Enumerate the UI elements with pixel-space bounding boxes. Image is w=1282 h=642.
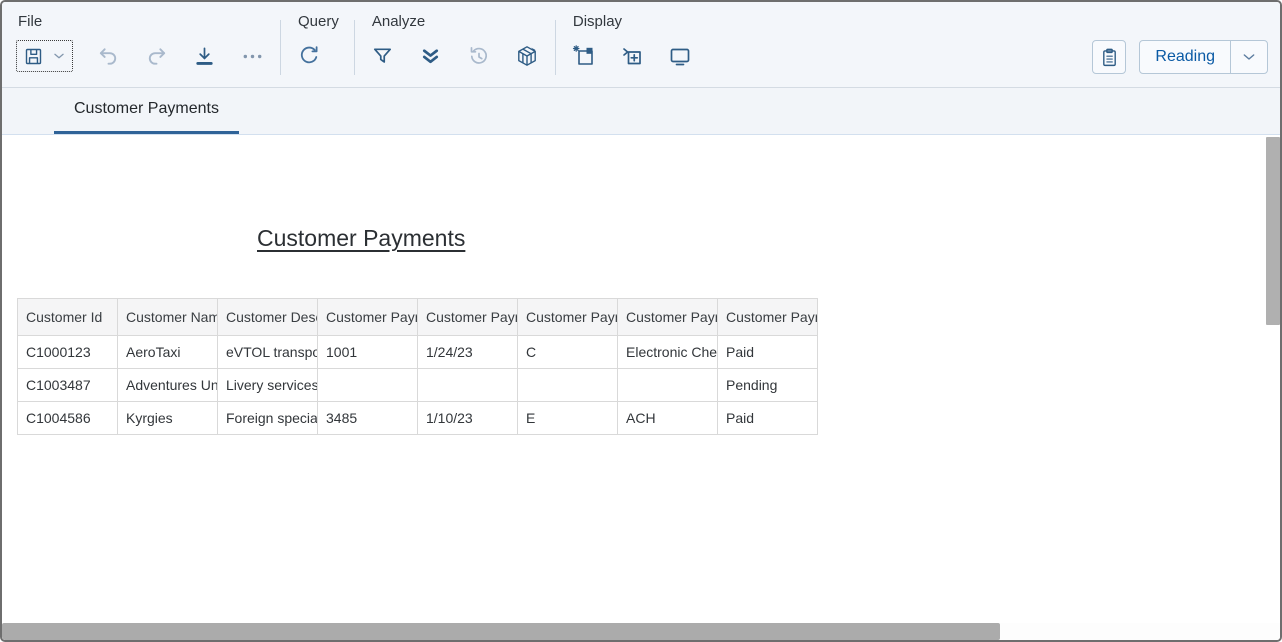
table-cell[interactable] bbox=[618, 369, 718, 402]
table-head: Customer IdCustomer NameCustomer Descrip… bbox=[18, 299, 818, 336]
more-button[interactable] bbox=[239, 41, 265, 71]
table-cell[interactable]: eVTOL transport bbox=[218, 336, 318, 369]
table-cell[interactable]: Pending bbox=[718, 369, 818, 402]
column-header[interactable]: Customer Name bbox=[118, 299, 218, 336]
table-cell[interactable]: 3485 bbox=[318, 402, 418, 435]
column-header[interactable]: Customer Payment Id bbox=[318, 299, 418, 336]
toolbar-separator bbox=[280, 20, 281, 75]
vertical-scrollbar-thumb[interactable] bbox=[1266, 137, 1280, 325]
undo-button[interactable] bbox=[95, 41, 121, 71]
table-cell[interactable] bbox=[518, 369, 618, 402]
insert-plus-icon bbox=[620, 44, 644, 68]
app-window: File bbox=[0, 0, 1282, 642]
toolbar-section-file: File bbox=[16, 2, 265, 87]
drilldown-button[interactable] bbox=[418, 41, 444, 71]
download-icon bbox=[193, 45, 216, 68]
table-cell[interactable]: C1000123 bbox=[18, 336, 118, 369]
table-body: C1000123AeroTaxieVTOL transport10011/24/… bbox=[18, 336, 818, 435]
download-button[interactable] bbox=[191, 41, 217, 71]
table-cell[interactable]: Electronic Check bbox=[618, 336, 718, 369]
table-row: C1003487Adventures UnlimitedLivery servi… bbox=[18, 369, 818, 402]
table-cell[interactable]: Paid bbox=[718, 336, 818, 369]
table-cell[interactable] bbox=[418, 369, 518, 402]
column-header[interactable]: Customer Payment Date bbox=[418, 299, 518, 336]
column-header[interactable]: Customer Payment Status bbox=[718, 299, 818, 336]
table-cell[interactable]: C1003487 bbox=[18, 369, 118, 402]
view-mode-dropdown[interactable] bbox=[1231, 41, 1267, 73]
table-cell[interactable]: Kyrgies bbox=[118, 402, 218, 435]
table-cell[interactable]: C1004586 bbox=[18, 402, 118, 435]
section-label-display: Display bbox=[571, 11, 693, 35]
table-row: C1004586KyrgiesForeign specialties34851/… bbox=[18, 402, 818, 435]
section-label-analyze: Analyze bbox=[370, 11, 540, 35]
toolbar-separator bbox=[354, 20, 355, 75]
new-sheet-button[interactable] bbox=[571, 41, 597, 71]
column-header[interactable]: Customer Description bbox=[218, 299, 318, 336]
content-area: Customer Payments Customer IdCustomer Na… bbox=[2, 135, 1280, 623]
tab-customer-payments[interactable]: Customer Payments bbox=[54, 88, 239, 134]
display-mode-button[interactable] bbox=[667, 41, 693, 71]
table-cell[interactable]: Foreign specialties bbox=[218, 402, 318, 435]
horizontal-scrollbar-thumb[interactable] bbox=[2, 623, 1000, 640]
history-clock-icon bbox=[467, 44, 491, 68]
redo-icon bbox=[145, 45, 168, 68]
more-icon bbox=[241, 45, 264, 68]
table-row: C1000123AeroTaxieVTOL transport10011/24/… bbox=[18, 336, 818, 369]
cube-button[interactable] bbox=[514, 41, 540, 71]
horizontal-scrollbar[interactable] bbox=[2, 623, 1280, 640]
table-cell[interactable]: C bbox=[518, 336, 618, 369]
table-cell[interactable]: AeroTaxi bbox=[118, 336, 218, 369]
redo-button[interactable] bbox=[143, 41, 169, 71]
chevron-down-icon bbox=[1241, 49, 1257, 65]
column-header[interactable]: Customer Payment Type bbox=[518, 299, 618, 336]
section-label-file: File bbox=[16, 11, 265, 35]
insert-component-button[interactable] bbox=[619, 41, 645, 71]
column-header[interactable]: Customer Id bbox=[18, 299, 118, 336]
filter-button[interactable] bbox=[370, 41, 396, 71]
table-cell[interactable]: 1001 bbox=[318, 336, 418, 369]
toolbar-separator bbox=[555, 20, 556, 75]
refresh-button[interactable] bbox=[296, 41, 322, 71]
table-cell[interactable]: Adventures Unlimited bbox=[118, 369, 218, 402]
toolbar: File bbox=[2, 2, 1280, 88]
toolbar-section-query: Query bbox=[296, 2, 339, 87]
toolbar-right-controls: Reading bbox=[1092, 40, 1268, 74]
double-chevron-down-icon bbox=[419, 45, 442, 68]
payments-table: Customer IdCustomer NameCustomer Descrip… bbox=[17, 298, 818, 435]
save-chevron-down-icon bbox=[52, 49, 66, 63]
vertical-scrollbar[interactable] bbox=[1266, 135, 1280, 623]
history-button[interactable] bbox=[466, 41, 492, 71]
view-mode-split-button: Reading bbox=[1139, 40, 1268, 74]
save-icon bbox=[23, 46, 44, 67]
monitor-icon bbox=[668, 44, 692, 68]
table-cell[interactable]: 1/10/23 bbox=[418, 402, 518, 435]
undo-icon bbox=[97, 45, 120, 68]
section-label-query: Query bbox=[296, 11, 339, 35]
view-mode-button[interactable]: Reading bbox=[1140, 41, 1230, 73]
toolbar-section-display: Display bbox=[571, 2, 693, 87]
header-row: Customer IdCustomer NameCustomer Descrip… bbox=[18, 299, 818, 336]
table-cell[interactable] bbox=[318, 369, 418, 402]
new-sheet-icon bbox=[572, 44, 596, 68]
cube-icon bbox=[515, 44, 539, 68]
table-cell[interactable]: Paid bbox=[718, 402, 818, 435]
toolbar-section-analyze: Analyze bbox=[370, 2, 540, 87]
refresh-icon bbox=[297, 44, 321, 68]
tab-bar: Customer Payments bbox=[2, 88, 1280, 135]
table-cell[interactable]: Livery services bbox=[218, 369, 318, 402]
filter-icon bbox=[371, 45, 394, 68]
table-cell[interactable]: E bbox=[518, 402, 618, 435]
page-title: Customer Payments bbox=[257, 225, 465, 252]
column-header[interactable]: Customer Payment Method bbox=[618, 299, 718, 336]
clipboard-button[interactable] bbox=[1092, 40, 1126, 74]
clipboard-icon bbox=[1099, 47, 1120, 68]
table-cell[interactable]: ACH bbox=[618, 402, 718, 435]
save-split-button[interactable] bbox=[16, 40, 73, 72]
table-cell[interactable]: 1/24/23 bbox=[418, 336, 518, 369]
